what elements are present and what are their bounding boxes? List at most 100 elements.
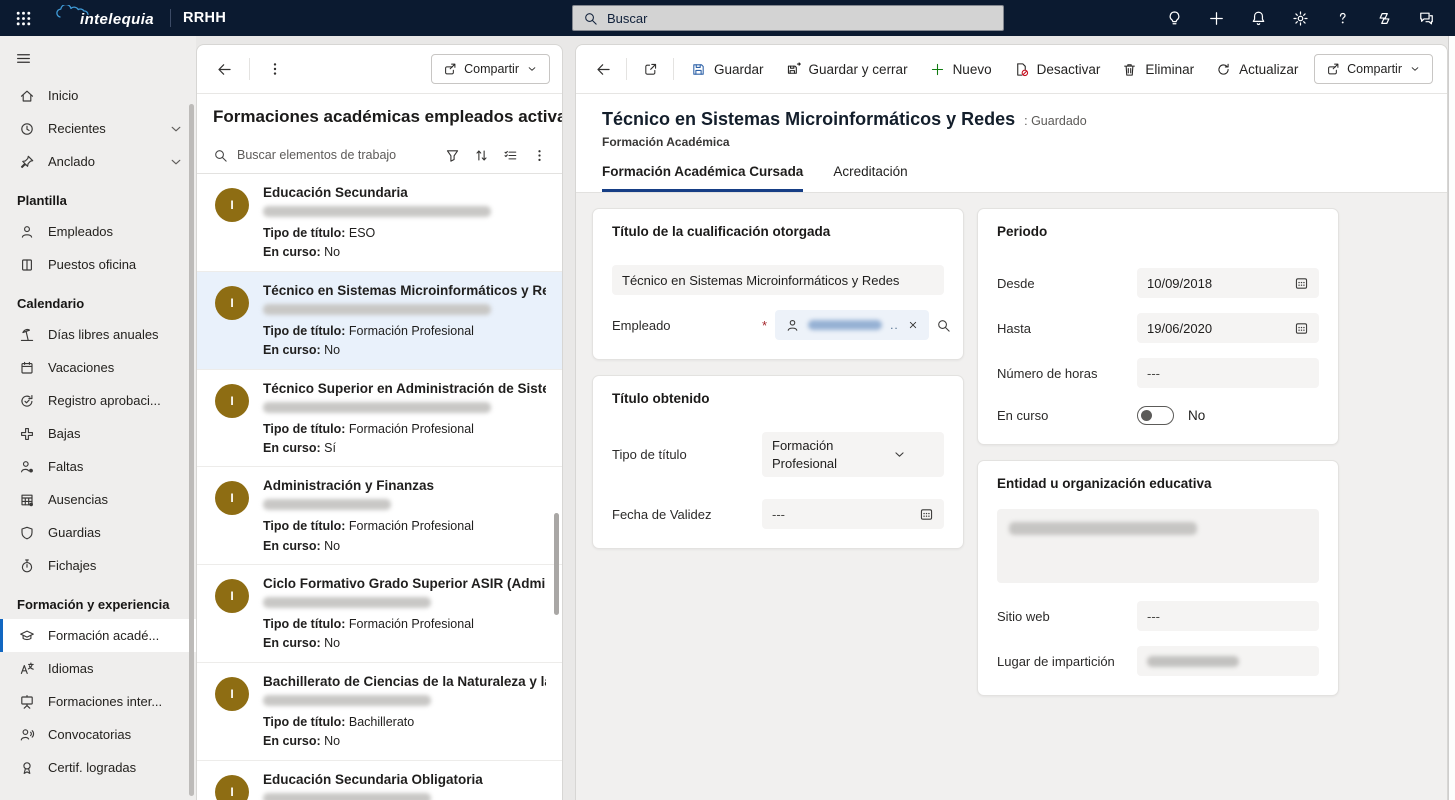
sidebar-item-formaci-n-acad[interactable]: Formación acadé... [0, 619, 196, 652]
help-button[interactable] [1321, 0, 1363, 36]
record-header: Técnico en Sistemas Microinformáticos y … [576, 94, 1447, 193]
waffle-icon [15, 10, 32, 27]
list-item[interactable]: ITécnico en Sistemas Microinformáticos y… [197, 272, 562, 370]
share-icon [1326, 62, 1340, 76]
entidad-field[interactable] [997, 509, 1319, 583]
collapse-sitemap-button[interactable] [15, 50, 32, 67]
form-share-button[interactable]: Compartir [1314, 54, 1433, 84]
sidebar-item-convocatorias[interactable]: Convocatorias [0, 718, 196, 751]
stopwatch-icon [19, 558, 35, 574]
list-share-button[interactable]: Compartir [431, 54, 550, 84]
sidebar-item-inicio[interactable]: Inicio [0, 79, 196, 112]
record-tipo: Tipo de título: Formación Profesional [263, 420, 546, 439]
sidebar-item-d-as-libres-anuales[interactable]: Días libres anuales [0, 318, 196, 351]
clear-lookup-icon[interactable] [907, 319, 919, 331]
sidebar-item-guardias[interactable]: Guardias [0, 516, 196, 549]
fecha-validez-value: --- [772, 507, 911, 522]
list-item[interactable]: I Bachillerato de Ciencias de la Naturale… [197, 663, 562, 761]
sitio-web-field[interactable]: --- [1137, 601, 1319, 631]
bulb-icon [1166, 10, 1183, 27]
lookup-search-icon[interactable] [936, 318, 951, 333]
lugar-imparticion-value-redacted [1147, 656, 1239, 667]
sidebar-item-registro-aprobaci[interactable]: Registro aprobaci... [0, 384, 196, 417]
en-curso-toggle[interactable] [1137, 406, 1174, 425]
tab-acreditaci-n[interactable]: Acreditación [833, 164, 907, 192]
record-en-curso: En curso: No [263, 341, 546, 360]
desde-field[interactable]: 10/09/2018 [1137, 268, 1319, 298]
open-in-new-window-button[interactable] [633, 53, 667, 85]
global-search-box[interactable]: Buscar [572, 5, 1004, 31]
list-search-input[interactable]: Buscar elementos de trabajo [237, 148, 438, 162]
share-label: Compartir [1347, 62, 1402, 76]
command-label: Nuevo [953, 62, 992, 77]
power-platform-button[interactable] [1363, 0, 1405, 36]
app-name[interactable]: RRHH [183, 10, 226, 26]
sidebar-item-vacaciones[interactable]: Vacaciones [0, 351, 196, 384]
feedback-button[interactable] [1405, 0, 1447, 36]
command-bar: GuardarGuardar y cerrar Nuevo Desactivar El… [576, 45, 1447, 94]
more-commands-button[interactable] [525, 139, 554, 171]
calendar-icon[interactable] [919, 507, 934, 522]
tipo-titulo-select[interactable]: Formación Profesional [762, 432, 944, 477]
card-header: Título obtenido [612, 391, 944, 406]
tab-formaci-n-acad-mica-cursada[interactable]: Formación Académica Cursada [602, 164, 803, 192]
command-new[interactable]: Nuevo [919, 52, 1003, 86]
list-panel-toolbar: Compartir [197, 45, 562, 94]
command-save[interactable]: Guardar [680, 52, 775, 86]
lookup-truncation: .. [890, 318, 899, 332]
lugar-imparticion-field[interactable] [1137, 646, 1319, 676]
sidebar-item-recientes[interactable]: Recientes [0, 112, 196, 145]
more-options-button[interactable] [258, 53, 292, 85]
titulo-cualificacion-field[interactable]: Técnico en Sistemas Microinformáticos y … [612, 265, 944, 295]
sidebar-scrollbar-thumb[interactable] [189, 104, 194, 796]
list-item[interactable]: ICiclo Formativo Grado Superior ASIR (Ad… [197, 565, 562, 663]
command-save-and-close[interactable]: Guardar y cerrar [775, 52, 919, 86]
back-button[interactable] [586, 53, 620, 85]
record-en-curso: En curso: Sí [263, 439, 546, 458]
settings-button[interactable] [1279, 0, 1321, 36]
view-title[interactable]: Formaciones académicas empleados activas [197, 94, 562, 137]
sidebar-item-faltas[interactable]: Faltas [0, 450, 196, 483]
record-avatar: I [215, 677, 249, 711]
list-item[interactable]: IEducación SecundariaTipo de título: ESO… [197, 174, 562, 272]
command-deactivate[interactable]: Desactivar [1003, 52, 1112, 86]
sidebar-item-bajas[interactable]: Bajas [0, 417, 196, 450]
list-scrollbar[interactable] [554, 513, 559, 615]
sidebar-item-anclado[interactable]: Anclado [0, 145, 196, 178]
record-avatar: I [215, 775, 249, 800]
sidebar-item-empleados[interactable]: Empleados [0, 215, 196, 248]
record-form-panel: GuardarGuardar y cerrar Nuevo Desactivar El… [575, 44, 1448, 800]
commandbar-divider [673, 58, 674, 80]
app-launcher-button[interactable] [0, 0, 46, 36]
hasta-field[interactable]: 19/06/2020 [1137, 313, 1319, 343]
brand-logo[interactable]: intelequia [46, 7, 170, 30]
empleado-lookup-field[interactable]: .. [775, 310, 929, 340]
sidebar-item-puestos-oficina[interactable]: Puestos oficina [0, 248, 196, 281]
filter-button[interactable] [438, 139, 467, 171]
add-button[interactable] [1195, 0, 1237, 36]
select-multiple-button[interactable] [496, 139, 525, 171]
card-header: Entidad u organización educativa [997, 476, 1319, 491]
list-item[interactable]: IAdministración y FinanzasTipo de título… [197, 467, 562, 565]
command-refresh[interactable]: Actualizar [1205, 52, 1309, 86]
sidebar-item-ausencias[interactable]: Ausencias [0, 483, 196, 516]
calendar-icon[interactable] [1294, 276, 1309, 291]
sidebar-scrollbar[interactable] [189, 104, 194, 796]
sidebar-item-formaciones-inter[interactable]: Formaciones inter... [0, 685, 196, 718]
record-save-status: : Guardado [1024, 114, 1087, 128]
fecha-validez-field[interactable]: --- [762, 499, 944, 529]
record-title: Bachillerato de Ciencias de la Naturalez… [263, 674, 546, 689]
list-item[interactable]: IEducación Secundaria Obligatoria [197, 761, 562, 800]
back-button[interactable] [207, 53, 241, 85]
command-label: Desactivar [1037, 62, 1101, 77]
notifications-button[interactable] [1237, 0, 1279, 36]
list-item[interactable]: ITécnico Superior en Administración de S… [197, 370, 562, 468]
sort-button[interactable] [467, 139, 496, 171]
numero-horas-field[interactable]: --- [1137, 358, 1319, 388]
ideas-button[interactable] [1153, 0, 1195, 36]
sidebar-item-certif-logradas[interactable]: Certif. logradas [0, 751, 196, 784]
sidebar-item-fichajes[interactable]: Fichajes [0, 549, 196, 582]
calendar-icon[interactable] [1294, 321, 1309, 336]
command-delete[interactable]: Eliminar [1111, 52, 1205, 86]
sidebar-item-idiomas[interactable]: Idiomas [0, 652, 196, 685]
